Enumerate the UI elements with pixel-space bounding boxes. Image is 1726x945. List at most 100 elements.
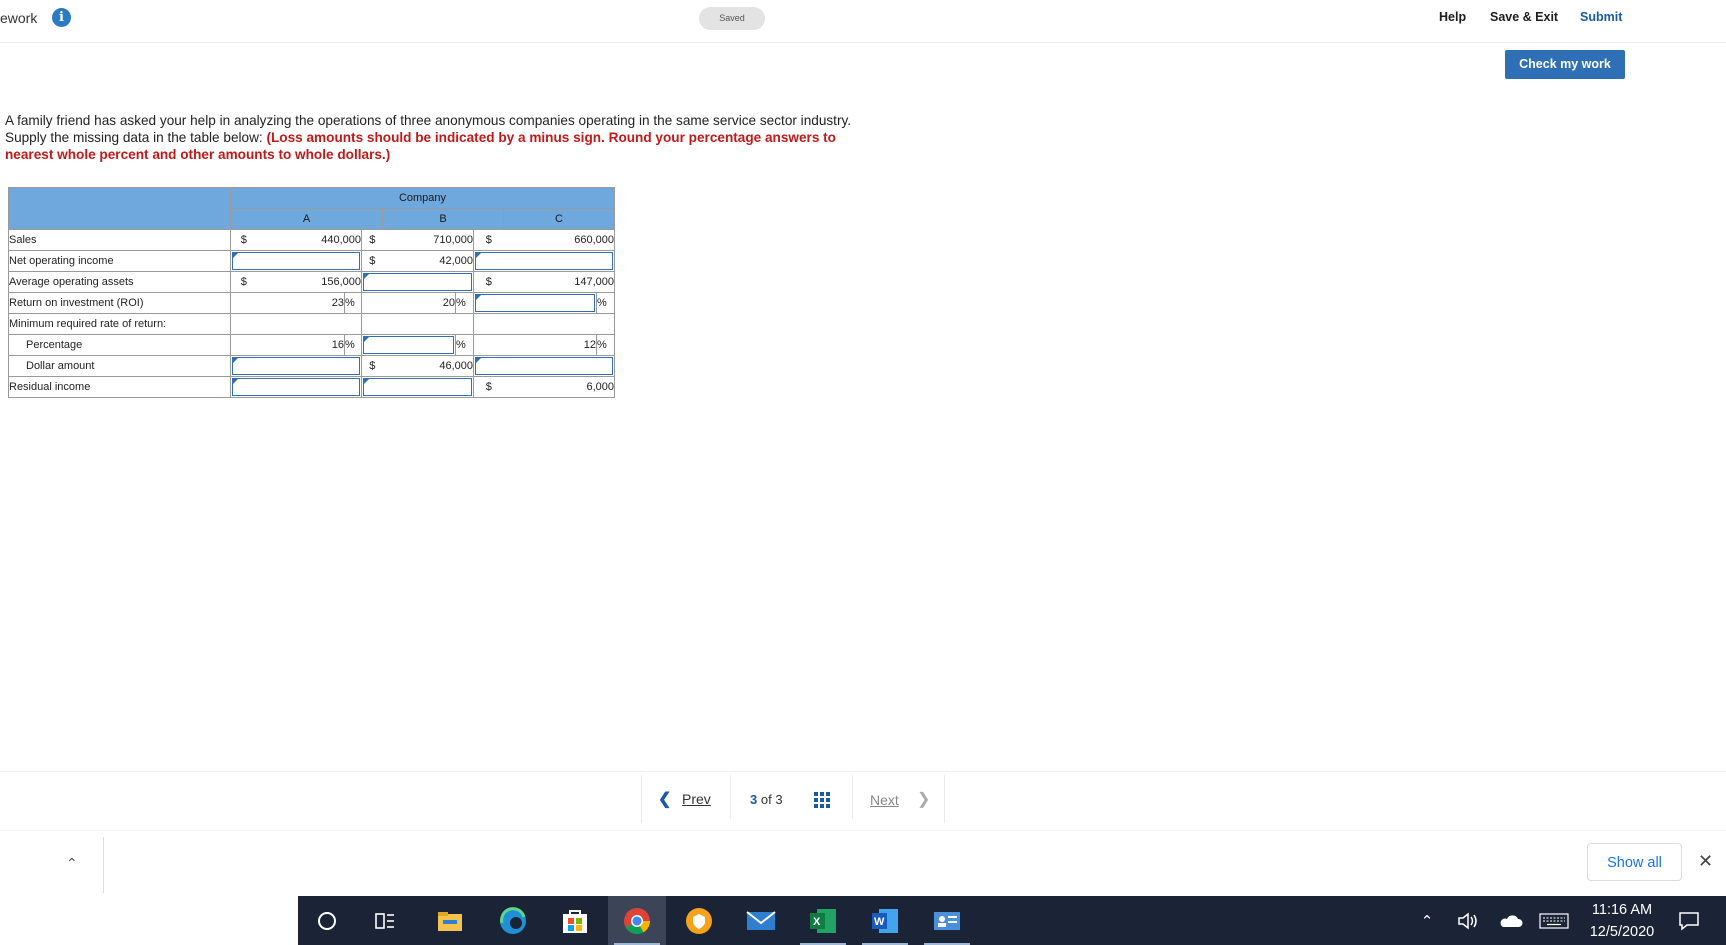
roi-data-table: Company A B C Sales $ 440,000 $ 710,000 … [8,187,615,398]
b-residual-input[interactable] [361,376,474,398]
assignment-title: ework [0,10,38,26]
percent-sign: % [344,334,362,356]
table-row: Residual income $ 6,000 [8,376,615,398]
downloads-bar: ⌃ Show all ✕ [0,830,1726,897]
company-header: Company [230,187,615,209]
column-header-b: B [382,208,504,230]
c-dollar-input[interactable] [473,355,615,377]
total-pages: 3 [775,792,783,807]
taskbar-blank-area [0,896,298,945]
onedrive-icon[interactable] [1494,896,1528,945]
b-dollar-value: 46,000 [382,355,474,377]
a-noi-input[interactable] [230,250,362,272]
prev-link[interactable]: Prev [682,791,711,807]
b-assets-input[interactable] [361,271,474,293]
b-noi-value: 42,000 [382,250,474,272]
excel-icon[interactable]: X [794,896,852,945]
pager-separator [730,775,731,819]
row-label-sales: Sales [8,229,231,251]
next-link[interactable]: Next [870,792,899,808]
row-label-roi: Return on investment (ROI) [8,292,231,314]
a-roi-value: 23 [230,292,345,314]
file-explorer-icon[interactable] [421,896,479,945]
c-residual-value: 6,000 [503,376,615,398]
b-roi-value: 20 [361,292,456,314]
a-percentage-value: 16 [230,334,345,356]
table-row: Sales $ 440,000 $ 710,000 $ 660,000 [8,229,615,251]
a-dollar-input[interactable] [230,355,362,377]
taskbar-clock[interactable]: 11:16 AM 12/5/2020 [1577,899,1667,943]
store-icon[interactable] [546,896,604,945]
table-row: Percentage 16 % % 12 % [8,334,615,356]
saved-status-badge: Saved [699,7,765,30]
percent-sign: % [455,334,474,356]
info-icon[interactable]: i [52,8,71,27]
top-header [0,0,1726,43]
currency-symbol: $ [361,250,383,272]
a-sales-value: 440,000 [256,229,362,251]
chevron-left-icon[interactable]: ❮ [658,789,671,809]
keyboard-icon[interactable] [1536,896,1572,945]
row-label-residual: Residual income [8,376,231,398]
currency-symbol: $ [230,271,257,293]
currency-symbol: $ [473,376,504,398]
c-percentage-value: 12 [473,334,597,356]
word-icon[interactable]: W [856,896,914,945]
contacts-icon[interactable] [918,896,976,945]
a-assets-value: 156,000 [256,271,362,293]
c-assets-value: 147,000 [503,271,615,293]
c-noi-input[interactable] [473,250,615,272]
windows-taskbar: X W ⌃ 11:16 AM 12/5/2020 [0,896,1726,945]
question-grid-icon[interactable] [814,792,830,808]
notifications-icon[interactable] [1674,896,1704,945]
chevron-right-icon[interactable]: ❯ [917,789,930,809]
current-page: 3 [750,792,758,807]
chevron-up-icon[interactable]: ⌃ [66,855,78,872]
c-sales-value: 660,000 [503,229,615,251]
chrome-icon[interactable] [608,896,666,945]
start-search-icon[interactable] [298,896,356,945]
question-pager: ❮ Prev 3 of 3 Next ❯ [641,775,945,823]
mail-icon[interactable] [732,896,790,945]
row-label-assets: Average operating assets [8,271,231,293]
table-row: Dollar amount $ 46,000 [8,355,615,377]
svg-text:X: X [813,916,821,928]
table-corner-header [8,187,231,230]
downloads-separator [103,837,104,893]
b-percentage-input[interactable] [361,334,456,356]
tray-chevron-up-icon[interactable]: ⌃ [1414,896,1440,945]
svg-text:W: W [874,916,885,928]
table-row: Net operating income $ 42,000 [8,250,615,272]
task-view-icon[interactable] [356,896,414,945]
page-indicator: 3 of 3 [750,792,783,807]
close-icon[interactable]: ✕ [1698,851,1713,872]
table-row: Minimum required rate of return: [8,313,615,335]
clock-time: 11:16 AM [1591,902,1653,918]
show-all-button[interactable]: Show all [1587,843,1682,881]
empty-cell [361,313,474,335]
help-link[interactable]: Help [1439,10,1466,24]
currency-symbol: $ [230,229,257,251]
percent-sign: % [596,292,615,314]
percent-sign: % [455,292,474,314]
row-label-min-rate: Minimum required rate of return: [8,313,231,335]
vpn-icon[interactable] [670,896,728,945]
row-label-noi: Net operating income [8,250,231,272]
row-label-dollar: Dollar amount [8,355,231,377]
row-label-percentage: Percentage [8,334,231,356]
save-exit-link[interactable]: Save & Exit [1490,10,1558,24]
check-my-work-button[interactable]: Check my work [1505,50,1625,79]
table-row: Average operating assets $ 156,000 $ 147… [8,271,615,293]
submit-link[interactable]: Submit [1580,10,1622,24]
pager-separator [852,775,853,819]
currency-symbol: $ [473,271,504,293]
c-roi-input[interactable] [473,292,597,314]
edge-icon[interactable] [484,896,542,945]
b-sales-value: 710,000 [382,229,474,251]
volume-icon[interactable] [1452,896,1486,945]
pager-divider [0,771,1726,772]
page-of-label: of [760,792,772,807]
question-text: A family friend has asked your help in a… [5,113,885,163]
table-row: Return on investment (ROI) 23 % 20 % % [8,292,615,314]
a-residual-input[interactable] [230,376,362,398]
